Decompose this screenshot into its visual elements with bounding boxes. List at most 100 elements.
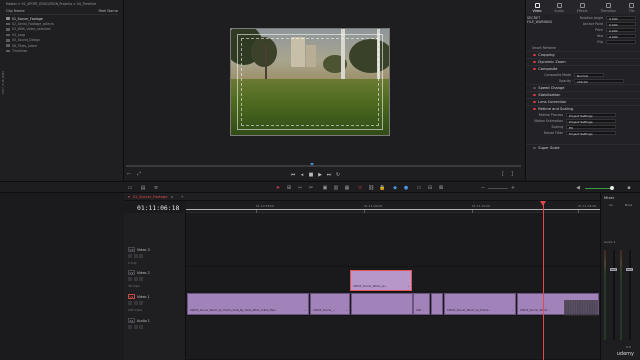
fader-track[interactable]: [613, 250, 615, 340]
timeline-in-out-range[interactable]: [186, 209, 600, 210]
track-id-badge[interactable]: V2: [128, 270, 135, 275]
section-composite[interactable]: Composite: [526, 65, 640, 72]
column-clip-name[interactable]: Clip Name: [6, 9, 25, 14]
timeline-tab[interactable]: ▾ 01_Soccer_Footage × +: [128, 194, 184, 200]
track-header-v2[interactable]: V2 Video 2 36 Clips: [128, 270, 184, 288]
eye-icon[interactable]: [139, 254, 143, 258]
blade-tool-icon[interactable]: ✂: [308, 185, 314, 191]
zoom-detail-icon[interactable]: ⊟: [427, 185, 433, 191]
flag-icon[interactable]: ◆: [392, 185, 398, 191]
section-dynamic-zoom[interactable]: Dynamic Zoom: [526, 58, 640, 65]
video-frame[interactable]: [230, 28, 390, 136]
zoom-slider[interactable]: [488, 187, 508, 189]
track-name[interactable]: Audio 1: [137, 319, 150, 323]
go-to-start-icon[interactable]: ⏮: [290, 172, 296, 178]
lock-icon[interactable]: [128, 277, 132, 281]
fader-knob[interactable]: [610, 268, 617, 271]
clip-v1[interactable]: C00...: [413, 293, 430, 315]
enable-dot-icon[interactable]: [533, 60, 536, 64]
track-header-v1[interactable]: V1 Video 1 205 Clips: [128, 294, 184, 312]
insert-clip-icon[interactable]: ▣: [322, 185, 328, 191]
scrub-playhead[interactable]: [310, 163, 314, 166]
track-name[interactable]: Video 2: [137, 271, 150, 275]
close-icon[interactable]: ×: [171, 195, 174, 199]
enable-dot-icon[interactable]: [533, 146, 536, 150]
sub-bin-side-tab[interactable]: EDIT_SUB_BINS: [1, 40, 5, 94]
zoom-custom-icon[interactable]: ⊠: [438, 185, 444, 191]
eye-icon[interactable]: [139, 277, 143, 281]
track-id-badge[interactable]: V1: [128, 294, 135, 299]
enable-dot-icon[interactable]: [533, 100, 536, 104]
reverse-icon[interactable]: ◂: [299, 172, 305, 178]
mark-out-icon[interactable]: ]: [509, 171, 515, 177]
tab-effects[interactable]: Effects: [577, 3, 588, 13]
section-stabilization[interactable]: Stabilization: [526, 91, 640, 98]
position-lock-icon[interactable]: 🔒: [379, 185, 385, 191]
snapping-icon[interactable]: ⊃: [357, 185, 363, 191]
mark-in-icon[interactable]: [: [500, 171, 506, 177]
solo-icon[interactable]: [133, 325, 138, 329]
clip-v2[interactable]: C0023_Soccer_Warm_up... ⌁: [350, 270, 412, 291]
section-cropping[interactable]: Cropping: [526, 51, 640, 58]
track-id-badge[interactable]: A1: [128, 318, 135, 323]
breadcrumb[interactable]: Master > 01_SPORT_EDUCATION_Projects > 0…: [6, 2, 118, 8]
section-lens-correction[interactable]: Lens Correction: [526, 98, 640, 105]
track-header-a1[interactable]: A1 Audio 1: [128, 318, 184, 329]
section-retime-scaling[interactable]: Retime and Scaling: [526, 105, 640, 112]
marker-icon[interactable]: ●: [403, 185, 409, 191]
replace-clip-icon[interactable]: ▦: [344, 185, 350, 191]
auto-select-icon[interactable]: [133, 301, 138, 305]
enable-dot-icon[interactable]: [533, 53, 536, 57]
enable-dot-icon[interactable]: [533, 86, 536, 90]
zoom-in-icon[interactable]: +: [510, 185, 516, 191]
loop-icon[interactable]: ↻: [335, 172, 341, 178]
tab-file[interactable]: File: [629, 3, 634, 13]
enable-dot-icon[interactable]: [533, 93, 536, 97]
clip-v1[interactable]: [431, 293, 443, 315]
clip-v1[interactable]: C0023_Soccer_... ⌁: [310, 293, 350, 315]
fader-knob[interactable]: [626, 268, 633, 271]
overwrite-clip-icon[interactable]: ▥: [333, 185, 339, 191]
auto-select-icon[interactable]: [133, 254, 138, 258]
fader-track[interactable]: [629, 250, 631, 340]
track-header-v3[interactable]: V3 Video 3 0 Clip: [128, 247, 184, 265]
section-super-scale[interactable]: Super Scale: [526, 144, 640, 151]
tab-video[interactable]: Video: [533, 3, 541, 13]
clip-v1[interactable]: C0023_Soccer_Warm_up_Tracks... ⌁: [444, 293, 516, 315]
lock-icon[interactable]: [128, 325, 132, 329]
dim-icon[interactable]: ▪: [626, 185, 632, 191]
track-lane-a1[interactable]: [186, 316, 600, 360]
viewer-scrub-bar[interactable]: [126, 165, 521, 167]
stop-icon[interactable]: ■: [308, 172, 314, 178]
track-lane-v3[interactable]: [186, 245, 600, 267]
eye-icon[interactable]: [139, 301, 143, 305]
lock-icon[interactable]: [128, 254, 132, 258]
section-speed-change[interactable]: Speed Change: [526, 84, 640, 91]
timeline-view-icon[interactable]: ▭: [127, 185, 133, 191]
go-to-end-icon[interactable]: ⏭: [326, 172, 332, 178]
track-name[interactable]: Video 1: [137, 295, 150, 299]
enable-dot-icon[interactable]: [533, 67, 536, 71]
clip-v1[interactable]: [351, 293, 413, 315]
mute-monitor-icon[interactable]: ◀: [575, 185, 581, 191]
timeline-ruler[interactable]: [186, 201, 600, 213]
clip-v1[interactable]: C0023_Soccer_Warm_up_Tracks_Cells_By_Ose…: [187, 293, 309, 315]
trim-tool-icon[interactable]: ⊞: [286, 185, 292, 191]
dynamic-trim-icon[interactable]: ⇿: [297, 185, 303, 191]
track-name[interactable]: Video 3: [137, 248, 150, 252]
auto-select-icon[interactable]: [133, 277, 138, 281]
linked-selection-icon[interactable]: ⛓: [368, 185, 374, 191]
lock-icon[interactable]: [128, 301, 132, 305]
enable-dot-icon[interactable]: [533, 107, 536, 111]
media-pool-column-header[interactable]: Clip Name Reel Name: [6, 9, 118, 15]
clip-view-icon[interactable]: ▤: [140, 185, 146, 191]
timeline-playhead[interactable]: [543, 201, 544, 360]
tab-transition[interactable]: Transition: [601, 3, 616, 13]
viewer-options-icon[interactable]: ⌐: [126, 171, 132, 177]
column-reel-name[interactable]: Reel Name: [98, 9, 118, 14]
track-id-badge[interactable]: V3: [128, 247, 135, 252]
mute-icon[interactable]: [139, 325, 143, 329]
monitor-volume-slider[interactable]: [585, 187, 611, 189]
monitor-volume-knob[interactable]: [610, 186, 614, 190]
zoom-out-icon[interactable]: −: [480, 185, 486, 191]
